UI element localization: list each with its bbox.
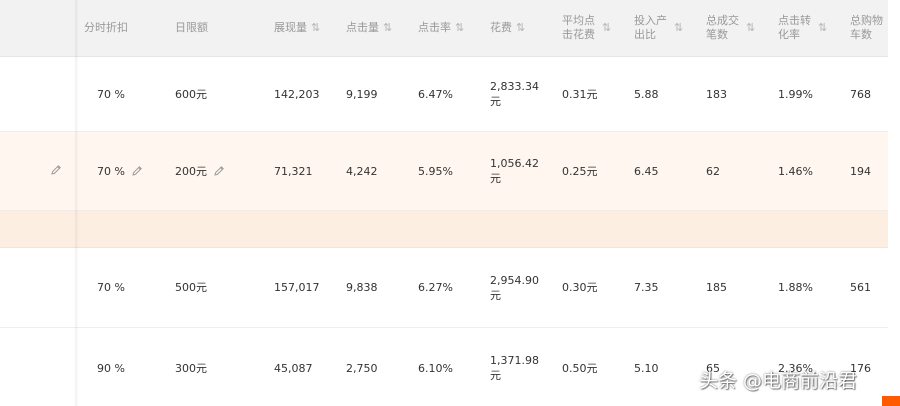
table-row: 70 % 200元 71,321 4,242 5.95% 1,056.42元 0… [0, 132, 888, 211]
cell-total-cart: 194 [850, 164, 871, 178]
cell-conversion-rate: 1.88% [778, 281, 813, 294]
cell-cost: 2,833.34元 [490, 57, 542, 131]
cell-daily-limit: 300元 [175, 361, 207, 375]
cell-clicks: 4,242 [346, 164, 378, 178]
cell-time-discount: 70 % [97, 87, 125, 101]
sort-icon[interactable]: ⇅ [746, 21, 755, 35]
sort-icon[interactable]: ⇅ [602, 21, 611, 35]
col-header-impressions[interactable]: 展现量 ⇅ [274, 0, 344, 56]
sort-icon[interactable]: ⇅ [516, 21, 525, 35]
cell-time-discount: 70 % [97, 281, 125, 294]
cell-roi: 5.88 [634, 87, 659, 101]
cell-time-discount: 90 % [97, 361, 125, 375]
cell-conversion-rate: 1.46% [778, 164, 813, 178]
pencil-icon[interactable] [213, 165, 225, 177]
cell-cost: 1,371.98元 [490, 328, 542, 406]
cost-value: 2,833.34元 [490, 80, 539, 108]
cost-value: 1,371.98元 [490, 354, 539, 382]
cell-cost: 1,056.42元 [490, 132, 542, 210]
col-header-label: 总购物车数 [850, 14, 883, 41]
cell-total-cart: 561 [850, 281, 871, 294]
col-header-conversion-rate[interactable]: 点击转化率 ⇅ [778, 0, 848, 56]
cell-ctr: 6.27% [418, 281, 453, 294]
col-header-label: 点击率 [418, 21, 451, 34]
col-header-roi[interactable]: 投入产出比 ⇅ [634, 0, 704, 56]
cell-clicks: 9,199 [346, 87, 378, 101]
sort-icon[interactable]: ⇅ [311, 21, 320, 35]
col-header-total-cart: 总购物车数 [850, 0, 888, 56]
col-header-clicks[interactable]: 点击量 ⇅ [346, 0, 416, 56]
sort-icon[interactable]: ⇅ [455, 21, 464, 35]
cell-ctr: 6.10% [418, 361, 453, 375]
cell-daily-limit: 200元 [175, 132, 225, 210]
col-header-label: 分时折扣 [84, 21, 128, 34]
cell-conversion-rate: 1.99% [778, 87, 813, 101]
sort-icon[interactable]: ⇅ [383, 21, 392, 35]
col-header-label: 点击转化率 [778, 14, 811, 41]
cell-ctr: 6.47% [418, 87, 453, 101]
col-header-ctr[interactable]: 点击率 ⇅ [418, 0, 488, 56]
pencil-icon[interactable] [50, 164, 62, 176]
pencil-icon[interactable] [131, 165, 143, 177]
data-table: 分时折扣 日限额 展现量 ⇅ 点击量 ⇅ 点击率 ⇅ 花费 ⇅ 平均点击花费 ⇅… [0, 0, 888, 406]
cell-clicks: 9,838 [346, 281, 378, 294]
daily-limit-value: 200元 [175, 164, 207, 178]
cell-total-cart: 768 [850, 87, 871, 101]
table-row: 70 % 600元 142,203 9,199 6.47% 2,833.34元 … [0, 57, 888, 132]
table-row: 70 % 500元 157,017 9,838 6.27% 2,954.90元 … [0, 248, 888, 328]
cell-roi: 5.10 [634, 361, 659, 375]
cell-avg-cpc: 0.30元 [562, 281, 598, 294]
expanded-row-strip [0, 211, 888, 248]
col-header-cost[interactable]: 花费 ⇅ [490, 0, 560, 56]
col-header-label: 平均点击花费 [562, 14, 595, 41]
sort-icon[interactable]: ⇅ [674, 21, 683, 35]
time-discount-value: 70 % [97, 164, 125, 178]
vertical-scrollbar[interactable] [888, 0, 900, 406]
cell-avg-cpc: 0.25元 [562, 164, 598, 178]
col-header-time-discount: 分时折扣 [84, 0, 164, 56]
col-header-label: 点击量 [346, 21, 379, 34]
cell-avg-cpc: 0.31元 [562, 87, 598, 101]
cell-avg-cpc: 0.50元 [562, 361, 598, 375]
table-header: 分时折扣 日限额 展现量 ⇅ 点击量 ⇅ 点击率 ⇅ 花费 ⇅ 平均点击花费 ⇅… [0, 0, 888, 57]
cell-roi: 6.45 [634, 164, 659, 178]
col-header-total-orders[interactable]: 总成交笔数 ⇅ [706, 0, 776, 56]
cell-total-orders: 62 [706, 164, 720, 178]
col-header-label: 投入产出比 [634, 14, 667, 41]
col-header-label: 展现量 [274, 21, 307, 34]
cell-daily-limit: 600元 [175, 87, 207, 101]
cost-value: 2,954.90元 [490, 273, 539, 302]
cell-time-discount: 70 % [97, 132, 143, 210]
col-header-label: 花费 [490, 21, 512, 34]
cell-impressions: 71,321 [274, 164, 313, 178]
cell-impressions: 142,203 [274, 87, 320, 101]
cell-daily-limit: 500元 [175, 281, 207, 294]
cell-ctr: 5.95% [418, 164, 453, 178]
cell-impressions: 157,017 [274, 281, 320, 294]
cell-roi: 7.35 [634, 281, 659, 294]
col-header-daily-limit: 日限额 [175, 0, 255, 56]
cost-value: 1,056.42元 [490, 157, 539, 185]
watermark-text: 头条 @电商前沿君 [699, 370, 858, 392]
cell-cost: 2,954.90元 [490, 248, 542, 327]
cell-clicks: 2,750 [346, 361, 378, 375]
col-header-label: 总成交笔数 [706, 14, 739, 41]
sort-icon[interactable]: ⇅ [818, 21, 827, 35]
corner-badge [882, 396, 900, 406]
cell-total-orders: 185 [706, 281, 727, 294]
cell-impressions: 45,087 [274, 361, 313, 375]
col-header-avg-cpc[interactable]: 平均点击花费 ⇅ [562, 0, 632, 56]
cell-total-orders: 183 [706, 87, 727, 101]
col-header-label: 日限额 [175, 21, 208, 34]
